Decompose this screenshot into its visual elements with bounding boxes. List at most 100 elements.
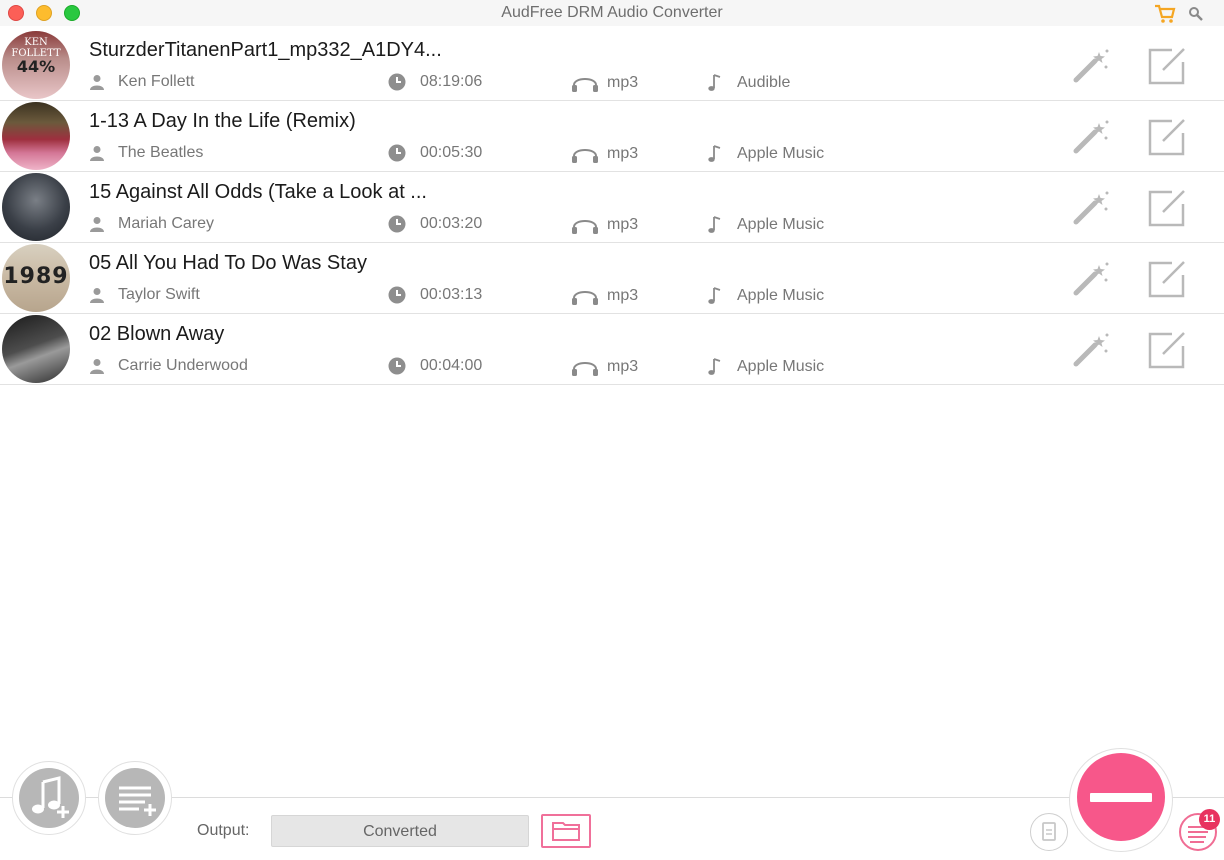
track-list: KEN FOLLETT 44% SturzderTitanenPart1_mp3… (0, 30, 1224, 385)
track-format: mp3 (571, 144, 638, 164)
format-settings-button[interactable] (1030, 813, 1068, 851)
edit-icon[interactable] (1146, 116, 1188, 158)
remove-button[interactable] (1077, 753, 1165, 841)
track-row[interactable]: 1989 05 All You Had To Do Was Stay Taylo… (0, 243, 1224, 314)
track-format: mp3 (571, 286, 638, 306)
duration-value: 00:04:00 (420, 357, 483, 374)
magic-wand-icon[interactable] (1071, 47, 1111, 85)
track-title: 15 Against All Odds (Take a Look at ... (89, 181, 427, 203)
headphones-icon (572, 78, 598, 92)
track-row[interactable]: 02 Blown Away Carrie Underwood 00:04:00 … (0, 314, 1224, 385)
album-cover: 1989 (2, 244, 70, 312)
track-title: 1-13 A Day In the Life (Remix) (89, 110, 356, 132)
track-source: Apple Music (707, 215, 824, 235)
album-cover (2, 315, 70, 383)
track-duration: 00:03:20 (388, 215, 482, 233)
clock-icon (388, 73, 406, 91)
magic-wand-icon[interactable] (1071, 189, 1111, 227)
person-icon (90, 359, 104, 374)
title-bar: AudFree DRM Audio Converter (0, 0, 1224, 26)
add-playlist-icon-bg (105, 768, 165, 828)
magic-wand-icon[interactable] (1071, 118, 1111, 156)
search-icon[interactable] (1188, 6, 1204, 22)
source-value: Apple Music (737, 145, 825, 162)
track-row[interactable]: 15 Against All Odds (Take a Look at ... … (0, 172, 1224, 243)
minus-icon (1090, 793, 1152, 802)
open-folder-button[interactable] (541, 814, 591, 848)
duration-value: 00:03:20 (420, 215, 483, 232)
person-icon (90, 217, 104, 232)
music-note-icon (708, 216, 721, 233)
format-value: mp3 (607, 287, 639, 304)
track-format: mp3 (571, 215, 638, 235)
track-duration: 00:05:30 (388, 144, 482, 162)
add-music-button[interactable] (12, 761, 86, 835)
track-row[interactable]: KEN FOLLETT 44% SturzderTitanenPart1_mp3… (0, 30, 1224, 101)
track-source: Apple Music (707, 144, 824, 164)
add-playlist-icon (119, 786, 156, 816)
cover-album-text: 1989 (3, 264, 69, 289)
artist-name: Taylor Swift (118, 286, 200, 303)
track-artist: Taylor Swift (90, 286, 200, 304)
edit-icon[interactable] (1146, 45, 1188, 87)
duration-value: 00:03:13 (420, 286, 483, 303)
headphones-icon (572, 291, 598, 305)
cart-icon[interactable] (1154, 4, 1176, 24)
track-artist: Ken Follett (90, 73, 194, 91)
source-value: Apple Music (737, 287, 825, 304)
music-note-icon (708, 287, 721, 304)
format-value: mp3 (607, 358, 639, 375)
source-value: Apple Music (737, 358, 825, 375)
track-duration: 00:03:13 (388, 286, 482, 304)
clock-icon (388, 286, 406, 304)
track-title: 02 Blown Away (89, 323, 225, 345)
add-music-icon-bg (19, 768, 79, 828)
edit-icon[interactable] (1146, 329, 1188, 371)
source-value: Audible (737, 74, 791, 91)
artist-name: Ken Follett (118, 73, 195, 90)
folder-icon (552, 822, 580, 841)
clock-icon (388, 215, 406, 233)
add-music-icon (32, 776, 69, 818)
window-title: AudFree DRM Audio Converter (501, 4, 723, 21)
track-format: mp3 (571, 73, 638, 93)
duration-value: 08:19:06 (420, 73, 483, 90)
track-source: Apple Music (707, 357, 824, 377)
track-duration: 00:04:00 (388, 357, 482, 375)
cover-author-text: KEN FOLLETT (11, 37, 61, 59)
track-title: 05 All You Had To Do Was Stay (89, 252, 367, 274)
edit-icon[interactable] (1146, 258, 1188, 300)
clock-icon (388, 357, 406, 375)
person-icon (90, 288, 104, 303)
headphones-icon (572, 220, 598, 234)
music-note-icon (708, 358, 721, 375)
artist-name: Mariah Carey (118, 215, 215, 232)
duration-value: 00:05:30 (420, 144, 483, 161)
format-value: mp3 (607, 74, 639, 91)
person-icon (90, 146, 104, 161)
track-title: SturzderTitanenPart1_mp332_A1DY4... (89, 39, 442, 61)
person-icon (90, 75, 104, 90)
format-value: mp3 (607, 145, 639, 162)
magic-wand-icon[interactable] (1071, 260, 1111, 298)
album-cover: KEN FOLLETT 44% (2, 31, 70, 99)
output-label: Output: (197, 822, 250, 839)
magic-wand-icon[interactable] (1071, 331, 1111, 369)
clock-icon (388, 144, 406, 162)
album-cover (2, 173, 70, 241)
add-playlist-button[interactable] (98, 761, 172, 835)
music-note-icon (708, 74, 721, 91)
format-value: mp3 (607, 216, 639, 233)
track-artist: The Beatles (90, 144, 203, 162)
headphones-icon (572, 149, 598, 163)
track-row[interactable]: 1-13 A Day In the Life (Remix) The Beatl… (0, 101, 1224, 172)
album-cover (2, 102, 70, 170)
edit-icon[interactable] (1146, 187, 1188, 229)
music-note-icon (708, 145, 721, 162)
track-duration: 08:19:06 (388, 73, 482, 91)
output-path-field[interactable]: Converted (271, 815, 529, 847)
track-source: Audible (707, 73, 790, 93)
bottom-divider (0, 797, 1224, 798)
artist-name: The Beatles (118, 144, 204, 161)
history-count-badge: 11 (1199, 809, 1220, 830)
